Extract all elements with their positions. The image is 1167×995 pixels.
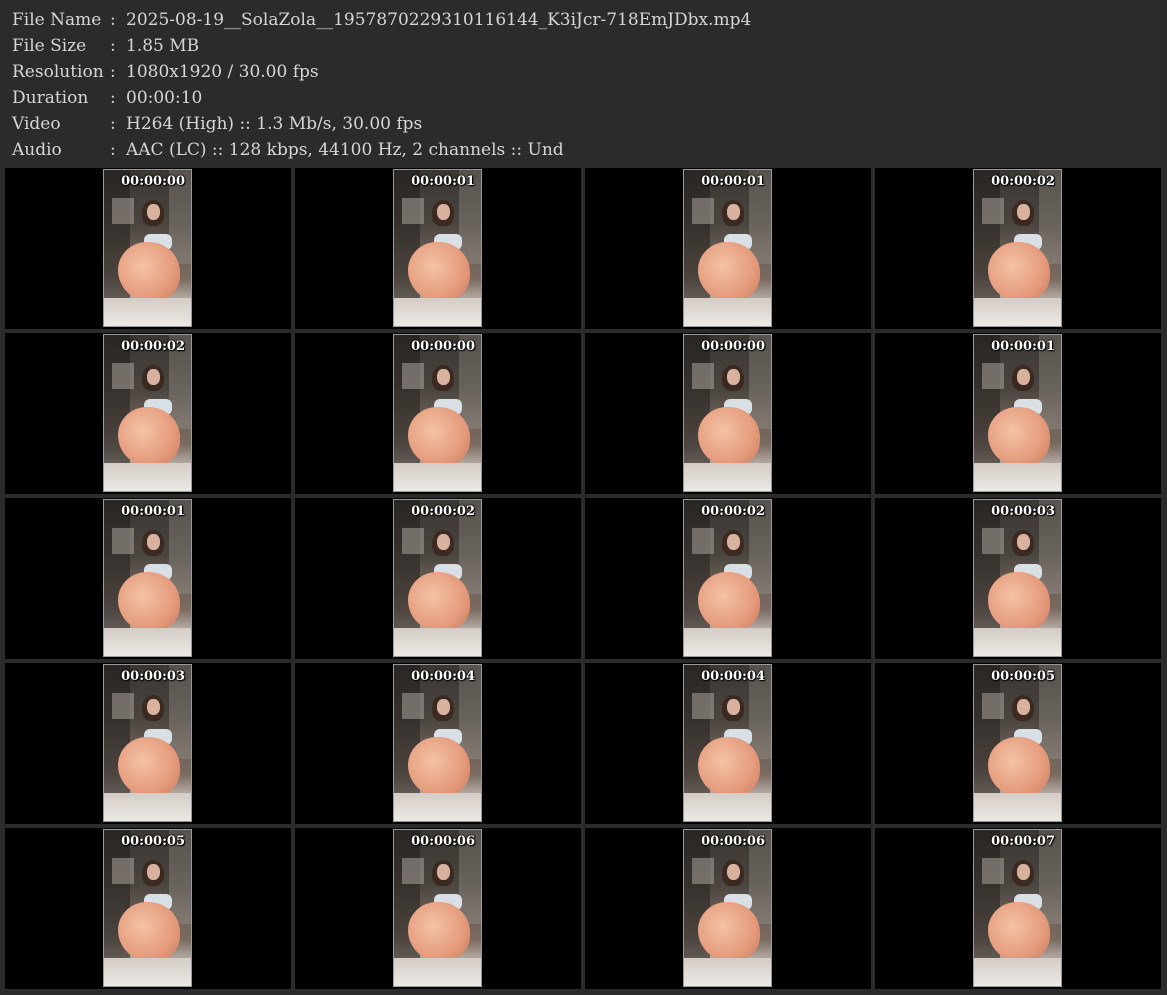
- thumbnail-cell: 00:00:01: [5, 498, 291, 659]
- thumbnail-timestamp: 00:00:06: [411, 834, 475, 849]
- thumbnail-timestamp: 00:00:04: [411, 669, 475, 684]
- meta-value: 1.85 MB: [126, 36, 200, 56]
- thumbnail-cell: 00:00:07: [875, 828, 1161, 989]
- video-frame-thumbnail: 00:00:07: [973, 829, 1062, 987]
- thumbnail-cell: 00:00:00: [5, 168, 291, 329]
- meta-separator: :: [110, 140, 116, 160]
- thumbnail-cell: 00:00:02: [585, 498, 871, 659]
- video-frame-thumbnail: 00:00:01: [973, 334, 1062, 492]
- thumbnail-cell: 00:00:02: [295, 498, 581, 659]
- thumbnail-timestamp: 00:00:04: [701, 669, 765, 684]
- thumbnail-cell: 00:00:00: [295, 333, 581, 494]
- meta-audio: Audio: AAC (LC) :: 128 kbps, 44100 Hz, 2 …: [12, 137, 564, 163]
- meta-value: H264 (High) :: 1.3 Mb/s, 30.00 fps: [126, 114, 423, 134]
- meta-label: Resolution: [12, 62, 104, 82]
- thumbnail-timestamp: 00:00:02: [701, 504, 765, 519]
- thumbnail-timestamp: 00:00:01: [411, 174, 475, 189]
- thumbnail-timestamp: 00:00:03: [991, 504, 1055, 519]
- video-frame-thumbnail: 00:00:06: [393, 829, 482, 987]
- meta-label: Audio: [12, 140, 62, 160]
- thumbnail-timestamp: 00:00:03: [121, 669, 185, 684]
- thumbnail-timestamp: 00:00:00: [121, 174, 185, 189]
- thumbnail-cell: 00:00:06: [585, 828, 871, 989]
- thumbnail-timestamp: 00:00:02: [411, 504, 475, 519]
- thumbnail-cell: 00:00:03: [5, 663, 291, 824]
- meta-resolution: Resolution:1080x1920 / 30.00 fps: [12, 59, 319, 85]
- video-frame-thumbnail: 00:00:03: [973, 499, 1062, 657]
- thumbnail-cell: 00:00:04: [295, 663, 581, 824]
- video-frame-thumbnail: 00:00:01: [393, 169, 482, 327]
- meta-value: 2025-08-19__SolaZola__195787022931011614…: [126, 10, 752, 30]
- thumbnail-cell: 00:00:03: [875, 498, 1161, 659]
- thumbnail-timestamp: 00:00:01: [991, 339, 1055, 354]
- meta-separator: :: [110, 62, 116, 82]
- video-frame-thumbnail: 00:00:00: [683, 334, 772, 492]
- meta-label: File Name: [12, 10, 102, 30]
- video-frame-thumbnail: 00:00:03: [103, 664, 192, 822]
- meta-video: Video: H264 (High) :: 1.3 Mb/s, 30.00 fps: [12, 111, 422, 137]
- thumbnail-cell: 00:00:01: [295, 168, 581, 329]
- meta-label: File Size: [12, 36, 87, 56]
- thumbnail-cell: 00:00:00: [585, 333, 871, 494]
- metadata-header: File Name:2025-08-19__SolaZola__19578702…: [0, 0, 1167, 168]
- video-frame-thumbnail: 00:00:02: [973, 169, 1062, 327]
- thumbnail-cell: 00:00:04: [585, 663, 871, 824]
- video-frame-thumbnail: 00:00:04: [393, 664, 482, 822]
- thumbnail-cell: 00:00:01: [585, 168, 871, 329]
- meta-separator: :: [110, 114, 116, 134]
- video-frame-thumbnail: 00:00:00: [103, 169, 192, 327]
- video-frame-thumbnail: 00:00:01: [683, 169, 772, 327]
- meta-value: 00:00:10: [126, 88, 203, 108]
- thumbnail-cell: 00:00:02: [5, 333, 291, 494]
- video-frame-thumbnail: 00:00:02: [393, 499, 482, 657]
- meta-file-name: File Name:2025-08-19__SolaZola__19578702…: [12, 7, 751, 33]
- thumbnail-timestamp: 00:00:06: [701, 834, 765, 849]
- thumbnail-cell: 00:00:02: [875, 168, 1161, 329]
- thumbnail-timestamp: 00:00:05: [121, 834, 185, 849]
- meta-file-size: File Size:1.85 MB: [12, 33, 199, 59]
- thumbnail-timestamp: 00:00:01: [701, 174, 765, 189]
- thumbnail-timestamp: 00:00:00: [701, 339, 765, 354]
- video-frame-thumbnail: 00:00:02: [683, 499, 772, 657]
- thumbnail-timestamp: 00:00:02: [991, 174, 1055, 189]
- video-frame-thumbnail: 00:00:01: [103, 499, 192, 657]
- meta-value: AAC (LC) :: 128 kbps, 44100 Hz, 2 channe…: [126, 140, 564, 160]
- meta-duration: Duration:00:00:10: [12, 85, 202, 111]
- thumbnail-cell: 00:00:01: [875, 333, 1161, 494]
- video-frame-thumbnail: 00:00:05: [103, 829, 192, 987]
- video-frame-thumbnail: 00:00:05: [973, 664, 1062, 822]
- video-frame-thumbnail: 00:00:02: [103, 334, 192, 492]
- meta-separator: :: [110, 36, 116, 56]
- meta-value: 1080x1920 / 30.00 fps: [126, 62, 319, 82]
- thumbnail-cell: 00:00:05: [5, 828, 291, 989]
- thumbnail-cell: 00:00:06: [295, 828, 581, 989]
- thumbnail-timestamp: 00:00:01: [121, 504, 185, 519]
- meta-label: Video: [12, 114, 61, 134]
- thumbnail-timestamp: 00:00:02: [121, 339, 185, 354]
- video-frame-thumbnail: 00:00:04: [683, 664, 772, 822]
- video-frame-thumbnail: 00:00:06: [683, 829, 772, 987]
- thumbnail-cell: 00:00:05: [875, 663, 1161, 824]
- thumbnail-timestamp: 00:00:00: [411, 339, 475, 354]
- meta-separator: :: [110, 10, 116, 30]
- thumbnail-timestamp: 00:00:07: [991, 834, 1055, 849]
- meta-label: Duration: [12, 88, 89, 108]
- thumbnail-timestamp: 00:00:05: [991, 669, 1055, 684]
- meta-separator: :: [110, 88, 116, 108]
- thumbnail-grid: 00:00:00 00:00:01 00:00:01 00:00:02 00:00:02…: [5, 168, 1161, 989]
- video-frame-thumbnail: 00:00:00: [393, 334, 482, 492]
